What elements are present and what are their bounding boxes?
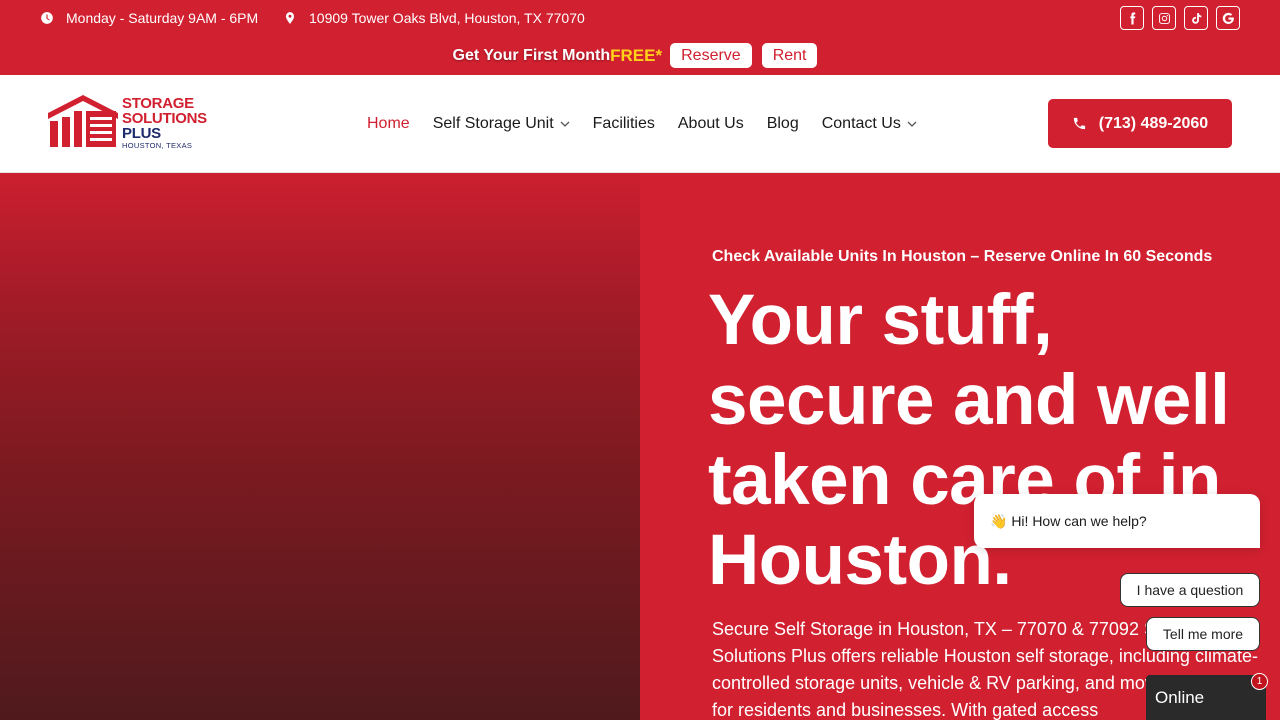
promo-text: Get Your First Month xyxy=(452,46,611,64)
address-text: 10909 Tower Oaks Blvd, Houston, TX 77070 xyxy=(309,10,585,26)
chat-greeting-text: 👋 Hi! How can we help? xyxy=(990,512,1147,529)
logo-tagline: HOUSTON, TEXAS xyxy=(122,141,193,150)
nav-facilities-label: Facilities xyxy=(592,115,655,132)
hours-info: Monday - Saturday 9AM - 6PM xyxy=(40,10,258,26)
phone-number: (713) 489-2060 xyxy=(1098,114,1209,132)
address-info: 10909 Tower Oaks Blvd, Houston, TX 77070 xyxy=(283,10,585,26)
nav-about-us[interactable]: About Us xyxy=(678,115,744,133)
phone-icon xyxy=(1073,117,1085,130)
logo-line-3: PLUS xyxy=(122,125,161,142)
chevron-down-icon xyxy=(560,121,570,127)
rent-button[interactable]: Rent xyxy=(761,43,818,68)
chat-option-tell-more[interactable]: Tell me more xyxy=(1146,617,1260,651)
nav-facilities[interactable]: Facilities xyxy=(593,115,655,133)
nav-blog-label: Blog xyxy=(766,115,799,132)
nav-home-label: Home xyxy=(367,115,410,132)
nav-about-us-label: About Us xyxy=(677,115,744,132)
top-bar: Monday - Saturday 9AM - 6PM 10909 Tower … xyxy=(0,0,1280,75)
facebook-icon[interactable] xyxy=(1120,6,1144,30)
logo-line-1: STORAGE xyxy=(122,95,194,112)
clock-icon xyxy=(41,12,53,24)
chat-notification-badge: 1 xyxy=(1251,673,1268,690)
hero-image xyxy=(0,173,640,720)
hours-text: Monday - Saturday 9AM - 6PM xyxy=(66,10,259,26)
site-header: STORAGE SOLUTIONS PLUS HOUSTON, TEXAS Ho… xyxy=(0,75,1280,173)
nav-blog[interactable]: Blog xyxy=(767,115,799,133)
main-nav: Home Self Storage Unit Facilities About … xyxy=(367,115,940,133)
logo[interactable]: STORAGE SOLUTIONS PLUS HOUSTON, TEXAS xyxy=(48,94,220,150)
promo-free: FREE* xyxy=(610,45,663,65)
google-icon[interactable] xyxy=(1216,6,1240,30)
map-pin-icon xyxy=(285,12,295,24)
chevron-down-icon xyxy=(907,121,917,127)
chat-option-question[interactable]: I have a question xyxy=(1120,573,1260,607)
nav-home[interactable]: Home xyxy=(367,115,410,133)
logo-line-2: SOLUTIONS xyxy=(122,110,207,127)
reserve-button[interactable]: Reserve xyxy=(670,43,752,68)
phone-call-button[interactable]: (713) 489-2060 xyxy=(1048,99,1232,148)
nav-contact-us[interactable]: Contact Us xyxy=(822,115,917,133)
instagram-icon[interactable] xyxy=(1152,6,1176,30)
hero-headline: Your stuff, secure and well taken care o… xyxy=(708,281,1230,600)
nav-contact-us-label: Contact Us xyxy=(821,115,901,132)
chat-online-button[interactable]: Online xyxy=(1146,675,1266,720)
tiktok-icon[interactable] xyxy=(1184,6,1208,30)
social-links xyxy=(1120,6,1240,30)
nav-self-storage-unit-label: Self Storage Unit xyxy=(432,115,554,132)
chat-status: Online xyxy=(1155,687,1205,707)
hero-kicker: Check Available Units In Houston – Reser… xyxy=(712,248,1213,265)
promo-banner: Get Your First Month FREE* Reserve Rent xyxy=(0,43,1280,68)
storage-building-icon xyxy=(48,95,118,147)
nav-self-storage-unit[interactable]: Self Storage Unit xyxy=(433,115,570,133)
chat-greeting[interactable]: 👋 Hi! How can we help? xyxy=(974,494,1260,548)
